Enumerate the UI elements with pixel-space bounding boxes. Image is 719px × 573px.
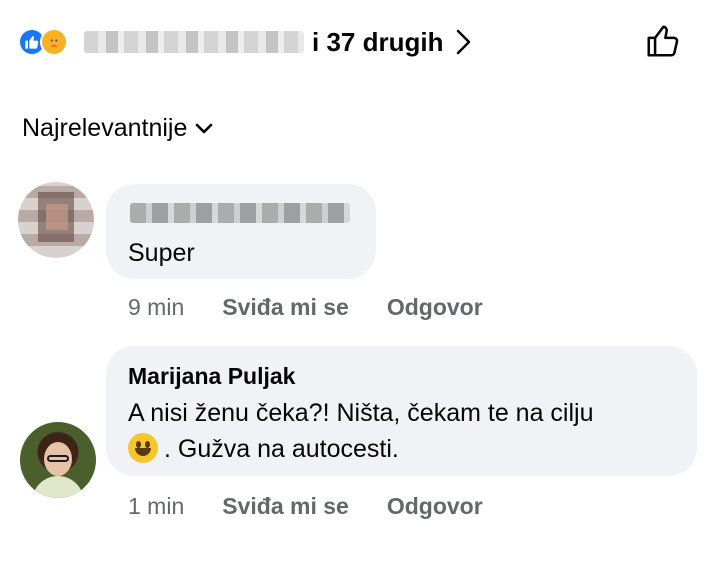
comment-bubble: Super (106, 184, 376, 279)
comment-text-line2: . Gužva na autocesti. (128, 432, 399, 466)
care-reaction-icon (40, 28, 68, 56)
chevron-right-icon[interactable] (453, 29, 479, 55)
comment-actions: 9 min Sviđa mi se Odgovor (128, 294, 483, 321)
comment-text-line2-content: . Gužva na autocesti. (164, 435, 399, 463)
comment-time[interactable]: 1 min (128, 493, 184, 520)
comment-actions: 1 min Sviđa mi se Odgovor (128, 493, 483, 520)
comment-time[interactable]: 9 min (128, 294, 184, 321)
reply-button[interactable]: Odgovor (387, 493, 483, 520)
avatar[interactable] (18, 182, 94, 258)
reply-button[interactable]: Odgovor (387, 294, 483, 321)
thumbs-up-icon[interactable] (642, 20, 684, 62)
chevron-down-icon (195, 119, 215, 139)
avatar[interactable] (20, 422, 96, 498)
reaction-icons (18, 24, 76, 60)
grinning-emoji-icon (128, 433, 158, 463)
comment-author-blurred[interactable] (130, 203, 350, 223)
reactions-summary[interactable]: i 37 drugih (18, 22, 479, 62)
comment-text: Super (128, 239, 195, 267)
reactor-names-blurred (84, 31, 304, 53)
comment-author[interactable]: Marijana Puljak (128, 363, 295, 390)
comment-text-line1: A nisi ženu čeka?! Ništa, čekam te na ci… (128, 399, 594, 427)
like-button[interactable]: Sviđa mi se (222, 493, 349, 520)
sort-dropdown[interactable]: Najrelevantnije (22, 114, 215, 143)
like-button[interactable]: Sviđa mi se (222, 294, 349, 321)
sort-label: Najrelevantnije (22, 114, 188, 142)
reactions-others-count[interactable]: i 37 drugih (312, 27, 443, 58)
comment-bubble: Marijana Puljak A nisi ženu čeka?! Ništa… (106, 346, 697, 476)
